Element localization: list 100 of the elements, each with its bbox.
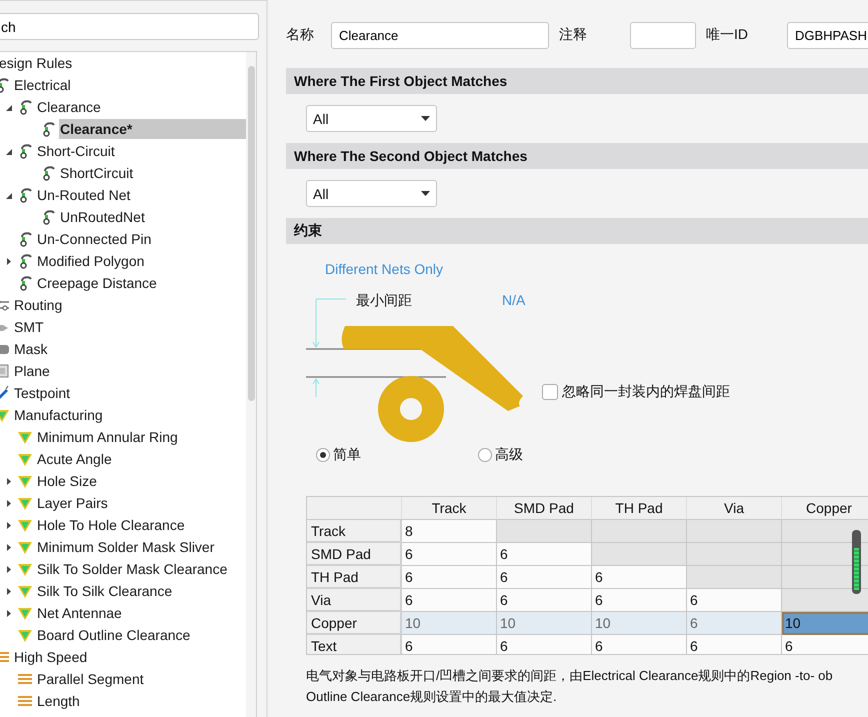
column-header: Copper [782,497,868,520]
triangle-icon [17,583,33,599]
search-field[interactable]: ch [0,13,259,40]
tree-item[interactable]: Layer Pairs [36,493,246,513]
tree-item[interactable]: Parallel Segment [36,669,246,689]
row-header: TH Pad [307,566,402,589]
table-cell[interactable]: 6 [497,543,592,566]
collapsed-arrow-icon[interactable] [6,566,12,572]
table-cell[interactable]: 6 [782,635,868,654]
table-cell[interactable]: 6 [497,589,592,612]
section-header: Where The Second Object Matches [286,143,868,169]
caret-icon [421,191,430,196]
collapsed-arrow-icon[interactable] [6,258,12,264]
tree-item[interactable]: Testpoint [13,383,246,403]
table-cell[interactable]: 6 [687,635,782,654]
tree-item[interactable]: Hole Size [36,471,246,491]
tree-item[interactable]: Board Outline Clearance [36,625,246,645]
table-cell[interactable]: 6 [687,612,782,635]
tree-item[interactable]: UnRoutedNet [59,207,246,227]
table-cell[interactable]: 6 [402,635,497,654]
table-cell[interactable]: 6 [402,589,497,612]
tree-item[interactable]: SMT [13,317,246,337]
expanded-arrow-icon[interactable] [6,104,12,110]
name-label: 名称 [286,26,315,44]
row-header: Track [307,520,402,543]
tree-item[interactable]: Silk To Solder Mask Clearance [36,559,246,579]
table-cell[interactable]: 6 [402,566,497,589]
tree-item[interactable]: Modified Polygon [36,251,246,271]
collapsed-arrow-icon[interactable] [6,500,12,506]
triangle-icon [17,605,33,621]
table-cell[interactable]: 10 [592,612,687,635]
tree-item[interactable]: Mask [13,339,246,359]
name-field[interactable]: Clearance [331,22,549,48]
tree-item[interactable]: ShortCircuit [59,163,246,183]
row-header: Copper [307,612,402,635]
table-cell[interactable]: 10 [782,612,868,635]
column-header: SMD Pad [497,497,592,520]
scrollbar-thumb[interactable] [248,66,255,401]
triangle-icon [17,473,33,489]
tree-item[interactable]: Short-Circuit [36,141,246,161]
comment-label: 注释 [559,26,588,44]
table-cell[interactable]: 6 [592,635,687,654]
tree-item[interactable]: Manufacturing [13,405,246,425]
ignore-pads-checkbox[interactable]: 忽略同一封装内的焊盘间距 [542,383,730,401]
id-label: 唯一ID [706,26,749,44]
tree-item[interactable]: Minimum Annular Ring [36,427,246,447]
triangle-icon [17,517,33,533]
scroll-grip-icon[interactable] [852,530,861,594]
caret-icon [421,116,430,121]
tree-item[interactable]: Minimum Solder Mask Sliver [36,537,246,557]
tree-item[interactable]: Plane [13,361,246,381]
table-cell[interactable]: 6 [497,566,592,589]
table-cell[interactable]: 8 [402,520,497,543]
tree-item[interactable]: Clearance* [59,119,246,139]
tree-item[interactable]: Un-Routed Net [36,185,246,205]
tree-item[interactable]: Acute Angle [36,449,246,469]
tree-item[interactable]: Clearance [36,97,246,117]
bus-icon [17,693,33,709]
description-text: 电气对象与电路板开口/凹槽之间要求的间距，由Electrical Clearance规则中的Region -to- ob [306,667,834,685]
collapsed-arrow-icon[interactable] [6,610,12,616]
mode-radio[interactable]: 高级 [478,446,523,464]
row-header: SMD Pad [307,543,402,566]
tree-item[interactable]: Length [36,691,246,711]
section-header: 约束 [286,218,868,244]
collapsed-arrow-icon[interactable] [6,588,12,594]
id-field[interactable]: DGBHPASH [787,22,868,48]
row-header: Via [307,589,402,612]
table-cell[interactable]: 6 [592,589,687,612]
triangle-icon [17,429,33,445]
table-cell[interactable]: 6 [497,635,592,654]
triangle-icon [17,539,33,555]
collapsed-arrow-icon[interactable] [6,478,12,484]
object-dropdown[interactable]: All [306,180,437,207]
tree-item[interactable]: Creepage Distance [36,273,246,293]
column-header: Track [402,497,497,520]
min-clearance-label: 最小间距 [356,292,412,310]
tree-item[interactable]: Silk To Silk Clearance [36,581,246,601]
collapsed-arrow-icon[interactable] [6,522,12,528]
table-cell[interactable]: 10 [497,612,592,635]
comment-field[interactable] [630,22,696,48]
column-header: Via [687,497,782,520]
table-cell[interactable]: 6 [402,543,497,566]
table-cell[interactable]: 6 [592,566,687,589]
tree-item[interactable]: High Speed [13,647,246,667]
triangle-icon [17,451,33,467]
object-dropdown[interactable]: All [306,105,437,132]
tree-item[interactable]: Hole To Hole Clearance [36,515,246,535]
expanded-arrow-icon[interactable] [6,192,12,198]
collapsed-arrow-icon[interactable] [6,544,12,550]
bus-icon [17,671,33,687]
expanded-arrow-icon[interactable] [6,148,12,154]
table-cell[interactable]: 6 [687,589,782,612]
mode-radio[interactable]: 简单 [316,446,361,464]
tree-item[interactable]: Un-Connected Pin [36,229,246,249]
tree-item[interactable]: Routing [13,295,246,315]
section-header: Where The First Object Matches [286,68,868,94]
row-header: Text [307,635,402,654]
tree-item[interactable]: Electrical [13,75,246,95]
tree-item[interactable]: Net Antennae [36,603,246,623]
table-cell[interactable]: 10 [402,612,497,635]
